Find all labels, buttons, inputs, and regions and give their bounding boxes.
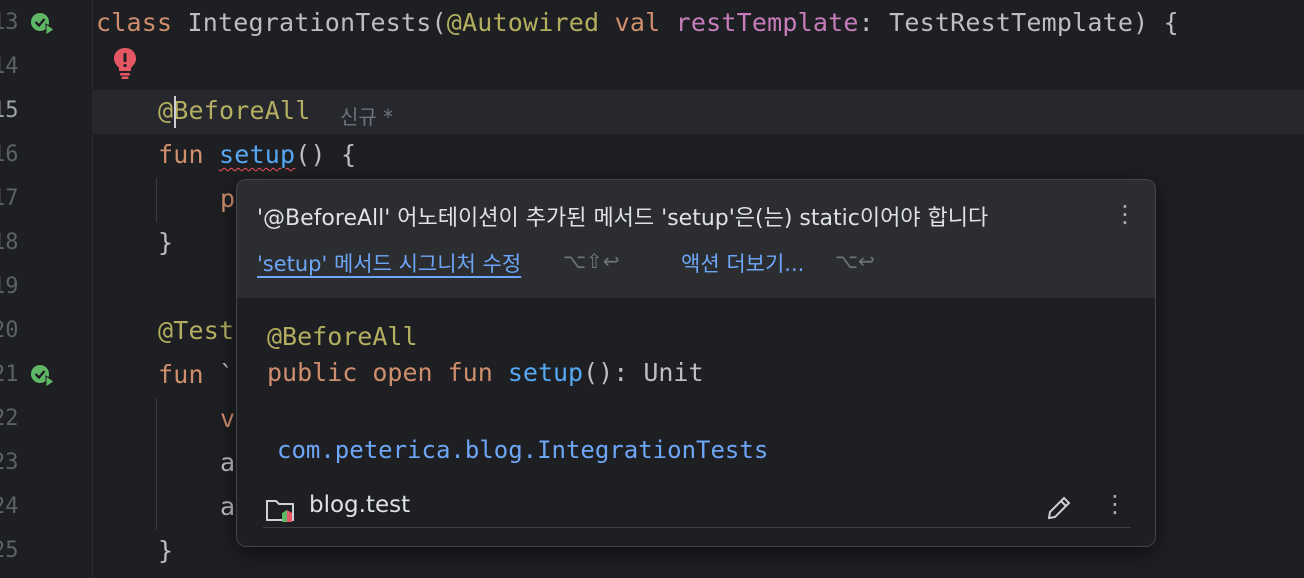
code-token: : TestRestTemplate) { (858, 8, 1179, 37)
code-token: () { (295, 140, 357, 169)
run-test-icon[interactable] (30, 364, 54, 388)
code-token: fun (158, 140, 220, 169)
doc-token: public (267, 358, 373, 387)
line-number: 17 (0, 186, 19, 211)
line-number: 25 (0, 538, 19, 563)
text-caret (174, 96, 176, 128)
code-token: fun (158, 360, 220, 389)
line-number: 21 (0, 362, 19, 387)
code-line-23[interactable]: a (220, 448, 235, 477)
line-number: 18 (0, 230, 19, 255)
code-line-16[interactable]: fun setup() { (158, 140, 356, 169)
code-token: restTemplate (675, 8, 859, 37)
fix-signature-link[interactable]: 'setup' 메서드 시그니처 수정 (257, 248, 521, 278)
line-number: 24 (0, 494, 19, 519)
more-actions-link[interactable]: 액션 더보기... (681, 248, 804, 278)
popup-header: '@BeforeAll' 어노테이션이 추가된 메서드 'setup'은(는) … (237, 180, 1155, 298)
doc-separator (263, 527, 1131, 528)
code-line-15[interactable]: @BeforeAll (158, 96, 311, 125)
line-number: 13 (0, 10, 19, 35)
code-token: val (614, 8, 676, 37)
more-actions-shortcut: ⌥↩ (835, 249, 875, 273)
footer-more-icon[interactable]: ⋮ (1103, 490, 1127, 518)
fix-shortcut: ⌥⇧↩ (563, 249, 620, 273)
line-number: 16 (0, 142, 19, 167)
run-test-icon[interactable] (30, 12, 54, 36)
popup-doc-body: @BeforeAll public open fun setup(): Unit… (237, 298, 1155, 546)
package-link[interactable]: com.peterica.blog.IntegrationTests (277, 436, 768, 464)
code-line-13[interactable]: class IntegrationTests(@Autowired val re… (96, 8, 1179, 37)
line-number: 14 (0, 54, 19, 79)
code-line-22[interactable]: v (220, 404, 235, 433)
more-options-icon[interactable]: ⋮ (1113, 200, 1137, 228)
code-line-17[interactable]: p (220, 184, 235, 213)
doc-annotation: @BeforeAll (267, 322, 418, 351)
indent-guide (156, 178, 157, 222)
indent-guide (156, 398, 157, 530)
code-token: class (96, 8, 188, 37)
doc-signature: public open fun setup(): Unit (267, 358, 704, 387)
popup-title: '@BeforeAll' 어노테이션이 추가된 메서드 'setup'은(는) … (257, 206, 989, 231)
line-number: 19 (0, 274, 19, 299)
doc-token: (): Unit (583, 358, 704, 387)
doc-token: setup (507, 358, 584, 387)
code-line-24[interactable]: a (220, 492, 235, 521)
code-token: ` (219, 360, 235, 389)
code-line-20[interactable]: @Test (158, 316, 234, 345)
line-number: 22 (0, 406, 19, 431)
code-token: @Autowired (446, 8, 615, 37)
line-number: 15 (0, 98, 19, 123)
code-line-21[interactable]: fun ` (158, 360, 234, 389)
doc-token: fun (447, 358, 508, 387)
line-number: 20 (0, 318, 19, 343)
error-bulb-icon[interactable] (112, 46, 138, 80)
module-name: blog.test (309, 492, 411, 518)
inspection-popup: '@BeforeAll' 어노테이션이 추가된 메서드 'setup'은(는) … (236, 179, 1156, 547)
code-token: setup (219, 140, 296, 169)
line-number: 23 (0, 450, 19, 475)
code-line-18[interactable]: } (158, 228, 173, 257)
code-token: @BeforeAll (158, 96, 311, 125)
code-token: IntegrationTests( (187, 8, 447, 37)
code-line-25[interactable]: } (158, 536, 173, 565)
module-folder-icon (266, 500, 294, 522)
inlay-hint: 신규 * (340, 105, 394, 129)
doc-token: open (372, 358, 448, 387)
edit-pencil-icon[interactable] (1045, 494, 1073, 522)
